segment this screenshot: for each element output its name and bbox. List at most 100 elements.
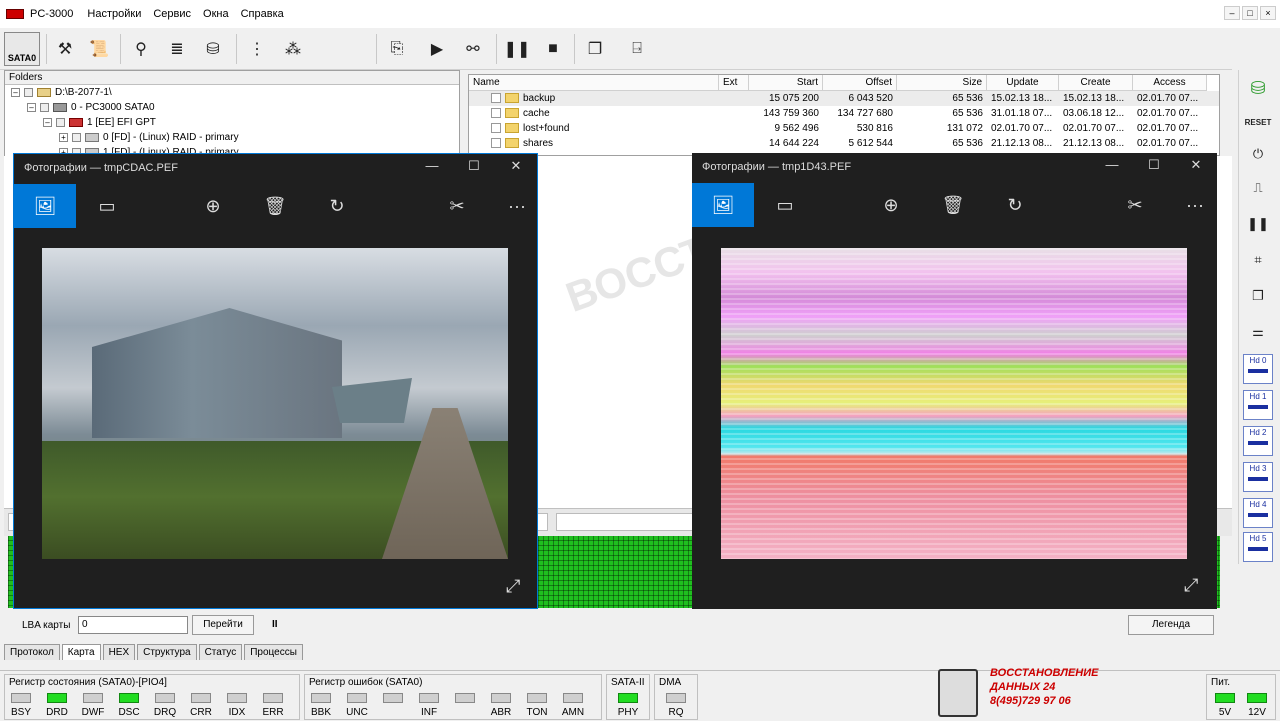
go-button[interactable]: Перейти xyxy=(192,615,254,635)
slideshow-icon[interactable]: ▭ xyxy=(754,183,816,227)
photo-close-button[interactable]: ✕ xyxy=(1175,157,1217,173)
col-access[interactable]: Access xyxy=(1133,75,1207,91)
stop-icon[interactable]: ■ xyxy=(538,34,568,64)
connector-icon[interactable]: ⎍ xyxy=(1243,174,1273,202)
app-logo-icon xyxy=(6,9,24,19)
tab-map[interactable]: Карта xyxy=(61,644,101,660)
sata-title: SATA-II xyxy=(611,677,645,688)
pause-icon[interactable]: ❚❚ xyxy=(502,34,532,64)
tab-protocol[interactable]: Протокол xyxy=(4,644,60,660)
database-icon[interactable]: ⛁ xyxy=(1243,74,1273,102)
table-row[interactable]: cache 143 759 360 134 727 680 65 536 31.… xyxy=(469,106,1219,121)
tree-node[interactable]: +0 [FD] - (Linux) RAID - primary xyxy=(59,131,239,145)
photo-minimize-button[interactable]: — xyxy=(411,158,453,174)
copy-icon[interactable]: ❐ xyxy=(1243,282,1273,310)
scroll-icon[interactable]: 📜 xyxy=(84,34,114,64)
edit-icon[interactable]: ✂ xyxy=(1104,183,1166,227)
network-icon[interactable]: ⚯ xyxy=(458,34,488,64)
slideshow-icon[interactable]: ▭ xyxy=(76,184,138,228)
head-2-button[interactable]: Hd 2 xyxy=(1243,426,1273,456)
col-update[interactable]: Update xyxy=(987,75,1059,91)
zoom-icon[interactable]: ⊕ xyxy=(182,184,244,228)
head-4-button[interactable]: Hd 4 xyxy=(1243,498,1273,528)
zoom-icon[interactable]: ⊕ xyxy=(860,183,922,227)
more-icon[interactable]: ··· xyxy=(1164,183,1226,227)
menu-service[interactable]: Сервис xyxy=(153,8,191,20)
col-size[interactable]: Size xyxy=(897,75,987,91)
delete-icon[interactable]: 🗑 xyxy=(244,184,306,228)
chip-tree-icon[interactable]: ⁂ xyxy=(278,34,308,64)
more-icon[interactable]: ··· xyxy=(486,184,548,228)
close-button[interactable]: × xyxy=(1260,6,1276,20)
tools-icon[interactable]: ⚒ xyxy=(50,34,80,64)
delete-icon[interactable]: 🗑 xyxy=(922,183,984,227)
status-led xyxy=(47,693,67,703)
tab-status[interactable]: Статус xyxy=(198,644,243,660)
head-3-button[interactable]: Hd 3 xyxy=(1243,462,1273,492)
logo-line-1: ВОССТАНОВЛЕНИЕ xyxy=(990,667,1099,679)
table-row[interactable]: backup 15 075 200 6 043 520 65 536 15.02… xyxy=(469,91,1219,106)
pause-icon[interactable]: ❚❚ xyxy=(1243,210,1273,238)
photo-close-button[interactable]: ✕ xyxy=(495,158,537,174)
col-create[interactable]: Create xyxy=(1059,75,1133,91)
head-0-button[interactable]: Hd 0 xyxy=(1243,354,1273,384)
restore-button[interactable]: □ xyxy=(1242,6,1258,20)
edit-icon[interactable]: ✂ xyxy=(426,184,488,228)
disk-icon[interactable]: ⛁ xyxy=(198,34,228,64)
exit-icon[interactable]: ⍈ xyxy=(622,34,652,64)
col-offset[interactable]: Offset xyxy=(823,75,897,91)
play-icon[interactable]: ▶ xyxy=(422,34,452,64)
photo-maximize-button[interactable]: ☐ xyxy=(453,158,495,174)
company-logo: ВОССТАНОВЛЕНИЕ ДАННЫХ 24 8(495)729 97 06 xyxy=(936,667,1122,719)
main-toolbar: SATA0 ⚒ 📜 ⚲ ≣ ⛁ ⋮ ⁂ ⎘ ▶ ⚯ ❚❚ ■ ❐ ⍈ xyxy=(0,28,1232,70)
minimize-button[interactable]: – xyxy=(1224,6,1240,20)
tab-processes[interactable]: Процессы xyxy=(244,644,303,660)
lba-input[interactable]: 0 xyxy=(78,616,188,634)
drive-stack-icon[interactable]: ≣ xyxy=(162,34,192,64)
tab-structure[interactable]: Структура xyxy=(137,644,197,660)
col-start[interactable]: Start xyxy=(749,75,823,91)
image-view-icon[interactable]: 🖼 xyxy=(14,184,76,228)
expand-icon[interactable]: ⤢ xyxy=(1184,575,1198,596)
head-1-button[interactable]: Hd 1 xyxy=(1243,390,1273,420)
head-5-button[interactable]: Hd 5 xyxy=(1243,532,1273,562)
status-led-label: DSC xyxy=(118,707,140,718)
rotate-icon[interactable]: ↻ xyxy=(984,183,1046,227)
error-led-label: INF xyxy=(420,707,438,718)
photo-maximize-button[interactable]: ☐ xyxy=(1133,157,1175,173)
binoculars-icon[interactable]: ⚲ xyxy=(126,34,156,64)
legend-button[interactable]: Легенда xyxy=(1128,615,1214,635)
table-row[interactable]: lost+found 9 562 496 530 816 131 072 02.… xyxy=(469,121,1219,136)
menu-settings[interactable]: Настройки xyxy=(87,8,141,20)
col-name[interactable]: Name xyxy=(469,75,719,91)
pause-icon[interactable]: II xyxy=(272,619,278,630)
rotate-icon[interactable]: ↻ xyxy=(306,184,368,228)
reset-button[interactable]: RESET xyxy=(1243,108,1273,136)
photo-road-shape xyxy=(382,408,508,559)
tree-node[interactable]: –0 - PC3000 SATA0 xyxy=(27,101,155,115)
photo-image-intact xyxy=(42,248,508,559)
chip-list-icon[interactable]: ⋮ xyxy=(242,34,272,64)
expand-icon[interactable]: ⤢ xyxy=(506,576,520,597)
power-cycle-icon[interactable]: ⏻ xyxy=(1243,140,1273,168)
bus-icon[interactable]: ⚌ xyxy=(1243,318,1273,346)
windows-icon[interactable]: ❐ xyxy=(580,34,610,64)
col-ext[interactable]: Ext xyxy=(719,75,749,91)
tab-hex[interactable]: HEX xyxy=(102,644,136,660)
error-led xyxy=(311,693,331,703)
tree-node[interactable]: –1 [EE] EFI GPT xyxy=(43,116,156,130)
photo-minimize-button[interactable]: — xyxy=(1091,157,1133,173)
chip-icon[interactable]: ⌗ xyxy=(1243,246,1273,274)
image-view-icon[interactable]: 🖼 xyxy=(692,183,754,227)
row-checkbox[interactable] xyxy=(491,93,501,104)
row-checkbox[interactable] xyxy=(491,138,501,149)
tree-node[interactable]: – D:\B-2077-1\ xyxy=(11,86,112,100)
power-group: Пит. 5V 12V xyxy=(1206,674,1276,720)
sata-port-button[interactable]: SATA0 xyxy=(4,32,40,66)
row-checkbox[interactable] xyxy=(491,108,501,119)
menu-help[interactable]: Справка xyxy=(241,8,284,20)
row-checkbox[interactable] xyxy=(491,123,501,134)
menu-windows[interactable]: Окна xyxy=(203,8,229,20)
export-icon[interactable]: ⎘ xyxy=(382,34,412,64)
table-row[interactable]: shares 14 644 224 5 612 544 65 536 21.12… xyxy=(469,136,1219,151)
